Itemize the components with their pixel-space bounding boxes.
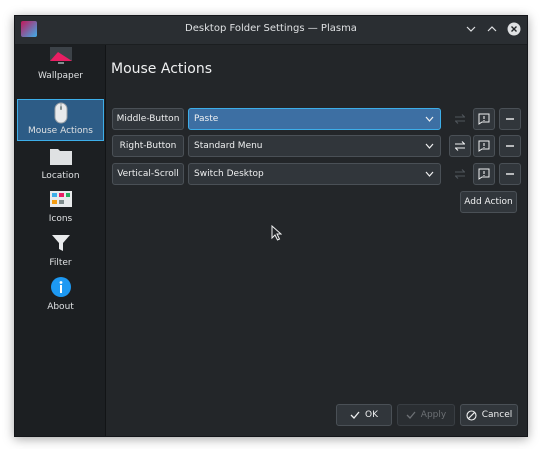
about-plugin-icon	[478, 168, 490, 180]
remove-button[interactable]	[499, 135, 521, 157]
main-content: Mouse Actions Middle-Button Paste Right-…	[107, 45, 527, 436]
filter-icon	[17, 232, 104, 254]
ok-button[interactable]: OK	[336, 404, 392, 426]
mouse-icon	[18, 102, 103, 124]
about-plugin-button[interactable]	[473, 163, 495, 185]
chevron-up-icon	[487, 26, 497, 32]
configure-icon	[455, 141, 465, 151]
trigger-button[interactable]: Right-Button	[112, 135, 184, 157]
mouse-cursor-icon	[271, 225, 282, 241]
sidebar-item-filter[interactable]: Filter	[17, 230, 104, 272]
window-title: Desktop Folder Settings — Plasma	[185, 23, 357, 34]
chevron-down-icon	[423, 167, 435, 181]
sidebar-item-about[interactable]: About	[17, 274, 104, 316]
configure-icon	[455, 114, 465, 124]
plugin-combobox[interactable]: Standard Menu	[188, 135, 441, 157]
trigger-button[interactable]: Middle-Button	[112, 108, 184, 130]
minimize-button[interactable]	[462, 20, 480, 38]
plugin-value: Switch Desktop	[194, 169, 264, 179]
minus-icon	[506, 118, 514, 120]
plugin-value: Standard Menu	[194, 141, 263, 151]
remove-button[interactable]	[499, 163, 521, 185]
sidebar-item-location[interactable]: Location	[17, 143, 104, 185]
sidebar-item-label: Wallpaper	[37, 71, 84, 81]
add-action-button[interactable]: Add Action	[460, 191, 517, 213]
sidebar: Wallpaper Mouse Actions Location Icons F…	[15, 45, 106, 436]
plugin-combobox[interactable]: Switch Desktop	[188, 163, 441, 185]
wallpaper-icon	[17, 45, 104, 67]
sidebar-item-icons[interactable]: Icons	[17, 186, 104, 228]
icons-grid-icon	[17, 188, 104, 210]
page-title: Mouse Actions	[111, 61, 213, 77]
cancel-label: Cancel	[481, 410, 513, 420]
checkmark-icon	[350, 411, 360, 419]
close-button[interactable]	[505, 20, 523, 38]
trigger-button[interactable]: Vertical-Scroll	[112, 163, 184, 185]
checkmark-icon	[406, 411, 416, 419]
sidebar-item-label: Location	[41, 171, 80, 181]
plugin-value: Paste	[194, 114, 219, 124]
chevron-down-icon	[466, 26, 476, 32]
action-row: Middle-Button Paste	[112, 108, 522, 130]
about-plugin-button[interactable]	[473, 108, 495, 130]
apply-button[interactable]: Apply	[397, 404, 455, 426]
folder-icon	[17, 145, 104, 167]
action-row: Vertical-Scroll Switch Desktop	[112, 163, 522, 185]
sidebar-item-wallpaper[interactable]: Wallpaper	[17, 43, 104, 85]
minus-icon	[506, 145, 514, 147]
cancel-icon	[466, 409, 477, 421]
plugin-combobox[interactable]: Paste	[188, 108, 441, 130]
configure-button[interactable]	[449, 135, 471, 157]
ok-label: OK	[365, 410, 378, 420]
sidebar-item-label: Mouse Actions	[28, 126, 93, 136]
chevron-down-icon	[423, 112, 435, 126]
close-icon	[507, 22, 521, 36]
apply-label: Apply	[420, 410, 447, 420]
action-row: Right-Button Standard Menu	[112, 135, 522, 157]
sidebar-item-label: About	[47, 302, 74, 312]
cancel-button[interactable]: Cancel	[460, 404, 518, 426]
configure-icon	[455, 169, 465, 179]
configure-button[interactable]	[449, 163, 471, 185]
about-plugin-icon	[478, 140, 490, 152]
maximize-button[interactable]	[483, 20, 501, 38]
remove-button[interactable]	[499, 108, 521, 130]
chevron-down-icon	[423, 139, 435, 153]
sidebar-item-mouse-actions[interactable]: Mouse Actions	[17, 99, 104, 141]
settings-window: Desktop Folder Settings — Plasma Wallpap…	[14, 15, 528, 437]
minus-icon	[506, 173, 514, 175]
sidebar-item-label: Filter	[49, 258, 72, 268]
configure-button[interactable]	[449, 108, 471, 130]
info-icon	[17, 276, 104, 298]
about-plugin-button[interactable]	[473, 135, 495, 157]
title-bar[interactable]: Desktop Folder Settings — Plasma	[15, 16, 527, 45]
about-plugin-icon	[478, 113, 490, 125]
sidebar-item-label: Icons	[48, 214, 73, 224]
